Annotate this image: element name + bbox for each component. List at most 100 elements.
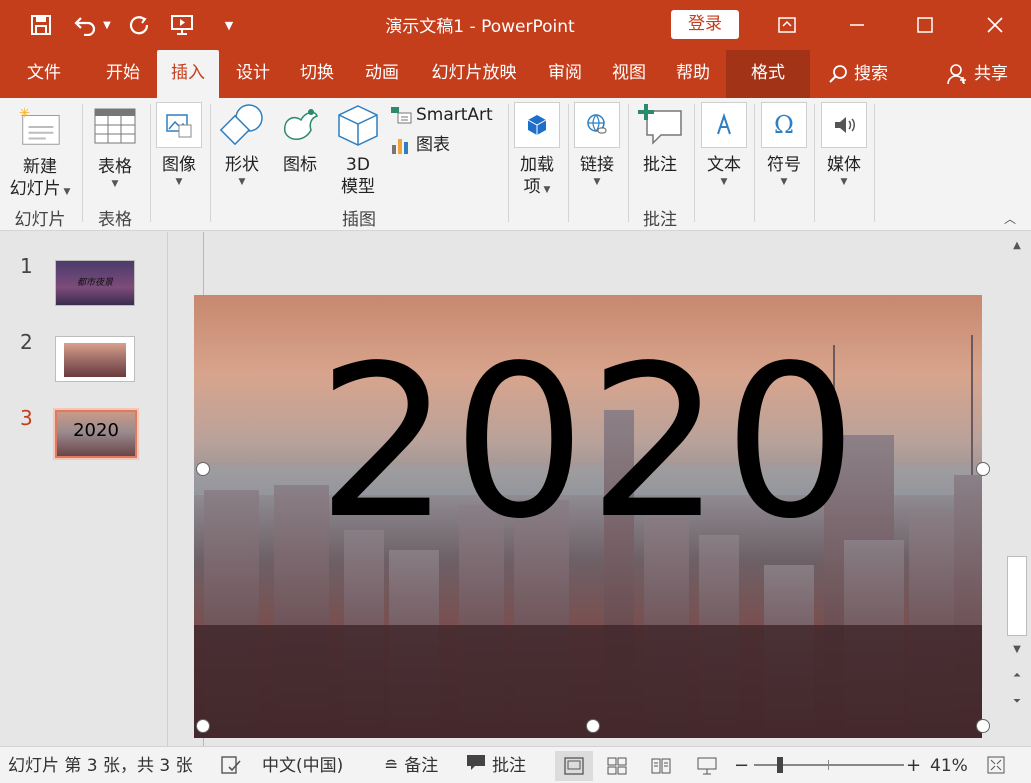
vertical-scrollbar[interactable]: ▲ ▼ ⏶ ⏷ <box>1003 232 1031 746</box>
ribbon-separator <box>150 104 151 222</box>
slide-sorter-view-icon[interactable] <box>598 751 636 781</box>
shapes-label: 形状 <box>225 155 259 175</box>
resize-handle[interactable] <box>976 719 990 733</box>
redo-icon[interactable] <box>126 10 152 40</box>
tab-view[interactable]: 视图 <box>600 50 658 98</box>
media-button[interactable]: 媒体 ▼ <box>818 102 870 188</box>
text-button[interactable]: 文本 ▼ <box>698 102 750 188</box>
slideshow-view-icon[interactable] <box>688 751 726 781</box>
icons-label: 图标 <box>283 155 317 175</box>
addins-label-1: 加载 <box>520 155 554 175</box>
next-slide-icon[interactable]: ⏷ <box>1006 692 1028 712</box>
thumbnail-number: 2 <box>20 330 33 354</box>
resize-handle[interactable] <box>196 719 210 733</box>
icons-button[interactable]: 图标 <box>274 102 326 176</box>
tab-slideshow[interactable]: 幻灯片放映 <box>420 50 528 98</box>
tab-animations[interactable]: 动画 <box>353 50 411 98</box>
new-slide-button[interactable]: ✳ 新建 幻灯片 ▼ <box>4 104 76 200</box>
image-button[interactable]: 图像 ▼ <box>154 102 204 188</box>
zoom-level[interactable]: 41% <box>930 755 968 777</box>
save-icon[interactable] <box>28 10 54 40</box>
comments-button[interactable]: 批注 <box>466 755 526 777</box>
new-slide-label-1: 新建 <box>23 157 57 177</box>
text-icon <box>701 102 747 148</box>
slide-title-text[interactable]: 2020 <box>194 338 982 548</box>
shapes-button[interactable]: 形状 ▼ <box>216 102 268 188</box>
ribbon-separator <box>210 104 211 222</box>
tab-help[interactable]: 帮助 <box>664 50 722 98</box>
person-icon <box>946 63 968 85</box>
ribbon-display-options-icon[interactable] <box>752 0 822 50</box>
fit-to-window-icon[interactable] <box>986 755 1006 777</box>
spellcheck-icon[interactable] <box>220 755 242 777</box>
slideshow-start-icon[interactable] <box>170 10 196 40</box>
resize-handle[interactable] <box>196 462 210 476</box>
window-title: 演示文稿1 - PowerPoint <box>385 17 575 37</box>
undo-dropdown-icon[interactable]: ▼ <box>100 10 114 40</box>
chevron-down-icon: ▼ <box>238 177 246 187</box>
login-button[interactable]: 登录 <box>671 10 739 39</box>
smartart-button[interactable]: SmartArt <box>390 104 502 126</box>
resize-handle[interactable] <box>976 462 990 476</box>
symbol-button[interactable]: Ω 符号 ▼ <box>758 102 810 188</box>
ribbon-tabs: 文件 开始 插入 设计 切换 动画 幻灯片放映 审阅 视图 帮助 格式 搜索 共… <box>0 50 1031 98</box>
collapse-ribbon-icon[interactable]: ︿ <box>1004 210 1016 227</box>
chevron-down-icon: ▼ <box>175 177 183 187</box>
tab-review[interactable]: 审阅 <box>536 50 594 98</box>
zoom-in-icon[interactable]: + <box>906 755 921 777</box>
scroll-up-icon[interactable]: ▲ <box>1006 236 1028 256</box>
zoom-slider-center-tick <box>828 760 829 770</box>
zoom-slider-thumb[interactable] <box>777 757 783 773</box>
chart-button[interactable]: 图表 <box>390 134 470 156</box>
new-slide-label-2: 幻灯片 <box>9 179 61 199</box>
customize-toolbar-icon[interactable]: ▼ <box>216 10 242 40</box>
zoom-out-icon[interactable]: − <box>734 755 749 777</box>
comment-button[interactable]: 批注 <box>632 102 688 176</box>
tab-home[interactable]: 开始 <box>94 50 152 98</box>
reading-view-icon[interactable] <box>642 751 680 781</box>
chevron-down-icon: ▼ <box>840 177 848 187</box>
tab-insert[interactable]: 插入 <box>157 50 219 98</box>
table-button[interactable]: 表格 ▼ <box>86 104 144 190</box>
notes-button[interactable]: ≘ 备注 <box>384 755 438 777</box>
ribbon-separator <box>568 104 569 222</box>
comment-bubble-icon <box>466 754 486 778</box>
group-label-comments: 批注 <box>643 210 677 230</box>
ribbon-separator <box>508 104 509 222</box>
title-bar: ▼ ▼ 演示文稿1 - PowerPoint 登录 <box>0 0 1031 50</box>
minimize-icon[interactable] <box>822 0 892 50</box>
addins-button[interactable]: 加载 项 ▼ <box>512 102 562 198</box>
tab-transitions[interactable]: 切换 <box>288 50 346 98</box>
scrollbar-thumb[interactable] <box>1007 556 1027 636</box>
normal-view-icon[interactable] <box>555 751 593 781</box>
thumbnail-caption: 都市夜景 <box>76 278 113 288</box>
link-button[interactable]: 链接 ▼ <box>572 102 622 188</box>
tab-file[interactable]: 文件 <box>14 50 74 98</box>
tab-format[interactable]: 格式 <box>726 50 810 98</box>
addins-icon <box>514 102 560 148</box>
image-label: 图像 <box>162 155 196 175</box>
scroll-down-icon[interactable]: ▼ <box>1006 640 1028 660</box>
tab-design[interactable]: 设计 <box>224 50 282 98</box>
slide-thumbnail-1[interactable]: 都市夜景 <box>55 260 135 306</box>
close-icon[interactable] <box>960 0 1030 50</box>
slide-thumbnail-2[interactable] <box>55 336 135 382</box>
slide-position-text: 幻灯片 第 3 张，共 3 张 <box>8 756 193 776</box>
3d-models-button[interactable]: 3D 模型 <box>332 102 384 198</box>
comments-label: 批注 <box>492 756 526 776</box>
ribbon-separator <box>82 104 83 222</box>
symbol-label: 符号 <box>767 155 801 175</box>
resize-handle[interactable] <box>586 719 600 733</box>
ribbon-separator <box>694 104 695 222</box>
share-button[interactable]: 共享 <box>934 50 1020 98</box>
previous-slide-icon[interactable]: ⏶ <box>1006 666 1028 686</box>
slide-thumbnail-3[interactable]: 2020 <box>53 408 139 460</box>
maximize-icon[interactable] <box>890 0 960 50</box>
undo-icon[interactable] <box>72 10 98 40</box>
search-button[interactable]: 搜索 <box>818 50 898 98</box>
current-slide[interactable]: 2020 <box>194 295 982 738</box>
zoom-slider[interactable] <box>754 757 904 773</box>
language-indicator[interactable]: 中文(中国) <box>262 755 343 777</box>
smartart-icon <box>390 105 412 125</box>
3d-models-label-1: 3D <box>346 155 370 175</box>
